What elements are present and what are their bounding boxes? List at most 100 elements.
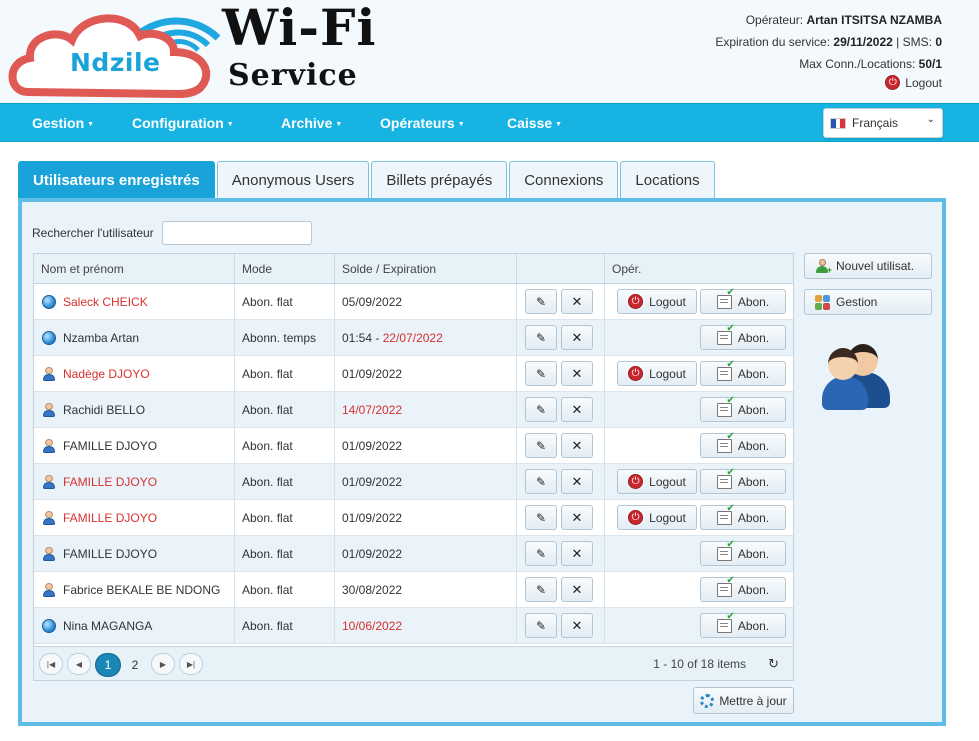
tab-prepaid-tickets[interactable]: Billets prépayés (371, 161, 508, 199)
delete-button[interactable]: ✕ (561, 541, 593, 566)
column-header-balance[interactable]: Solde / Expiration (335, 254, 517, 284)
table-row[interactable]: Fabrice BEKALE BE NDONG Abon. flat 30/08… (34, 572, 793, 608)
edit-button[interactable]: ✎ (525, 469, 557, 494)
row-logout-button[interactable]: ⏻ Logout (617, 505, 697, 530)
user-name-cell[interactable]: FAMILLE DJOYO (34, 464, 235, 500)
column-header-name[interactable]: Nom et prénom (34, 254, 235, 284)
nav-archive[interactable]: Archive ▼ (281, 104, 342, 143)
delete-button[interactable]: ✕ (561, 505, 593, 530)
ops-cell: ⏻ Logout ✔ Abon. (605, 356, 793, 392)
edit-button[interactable]: ✎ (525, 361, 557, 386)
nav-configuration[interactable]: Configuration ▼ (132, 104, 234, 143)
delete-button[interactable]: ✕ (561, 613, 593, 638)
prev-page-icon[interactable]: ◀ (67, 653, 91, 675)
table-row[interactable]: Nina MAGANGA Abon. flat 10/06/2022 ✎ ✕ ✔… (34, 608, 793, 644)
delete-button[interactable]: ✕ (561, 433, 593, 458)
user-name-cell[interactable]: Saleck CHEICK (34, 284, 235, 320)
table-row[interactable]: FAMILLE DJOYO Abon. flat 01/09/2022 ✎ ✕ … (34, 464, 793, 500)
edit-button[interactable]: ✎ (525, 613, 557, 638)
edit-button[interactable]: ✎ (525, 325, 557, 350)
abon-button[interactable]: ✔ Abon. (700, 359, 786, 386)
abon-button[interactable]: ✔ Abon. (700, 575, 786, 602)
table-row[interactable]: Saleck CHEICK Abon. flat 05/09/2022 ✎ ✕ … (34, 284, 793, 320)
user-name-cell[interactable]: Nina MAGANGA (34, 608, 235, 644)
column-header-mode[interactable]: Mode (235, 254, 335, 284)
delete-button[interactable]: ✕ (561, 397, 593, 422)
abon-button[interactable]: ✔ Abon. (700, 323, 786, 350)
edit-button[interactable]: ✎ (525, 505, 557, 530)
abon-button[interactable]: ✔ Abon. (700, 287, 786, 314)
pager-info: 1 - 10 of 18 items (653, 657, 746, 671)
brand-logo[interactable]: Ndzile Wi-Fi Service (6, 0, 386, 100)
table-row[interactable]: FAMILLE DJOYO Abon. flat 01/09/2022 ✎ ✕ … (34, 536, 793, 572)
user-name-cell[interactable]: Nzamba Artan (34, 320, 235, 356)
abon-button[interactable]: ✔ Abon. (700, 431, 786, 458)
row-logout-button[interactable]: ⏻ Logout (617, 289, 697, 314)
row-logout-button[interactable]: ⏻ Logout (617, 361, 697, 386)
delete-button[interactable]: ✕ (561, 469, 593, 494)
edit-actions-cell: ✎ ✕ (517, 464, 605, 500)
refresh-icon[interactable]: ↻ (768, 656, 779, 672)
new-user-button[interactable]: + Nouvel utilisat. (804, 253, 932, 279)
page-2[interactable]: 2 (122, 653, 148, 677)
edit-actions-cell: ✎ ✕ (517, 428, 605, 464)
last-page-icon[interactable]: ▶| (179, 653, 203, 675)
table-row[interactable]: Nzamba Artan Abonn. temps 01:54 - 22/07/… (34, 320, 793, 356)
abon-label: Abon. (737, 438, 770, 453)
mode-cell: Abon. flat (235, 284, 335, 320)
table-row[interactable]: FAMILLE DJOYO Abon. flat 01/09/2022 ✎ ✕ … (34, 428, 793, 464)
delete-button[interactable]: ✕ (561, 289, 593, 314)
tab-connections[interactable]: Connexions (509, 161, 619, 199)
update-button[interactable]: Mettre à jour (693, 687, 794, 714)
user-name-cell[interactable]: Rachidi BELLO (34, 392, 235, 428)
balance-cell: 01:54 - 22/07/2022 (335, 320, 517, 356)
nav-operateurs[interactable]: Opérateurs ▼ (380, 104, 465, 143)
operator-info: Opérateur: Artan ITSITSA NZAMBA Expirati… (715, 9, 942, 75)
edit-button[interactable]: ✎ (525, 397, 557, 422)
tab-registered-users[interactable]: Utilisateurs enregistrés (18, 161, 215, 199)
user-name: FAMILLE DJOYO (63, 439, 158, 453)
search-input[interactable] (162, 221, 312, 245)
sms-count: 0 (935, 35, 942, 49)
user-name-cell[interactable]: FAMILLE DJOYO (34, 536, 235, 572)
page-1[interactable]: 1 (95, 653, 121, 677)
user-name-cell[interactable]: Nadège DJOYO (34, 356, 235, 392)
manage-button[interactable]: Gestion (804, 289, 932, 315)
delete-button[interactable]: ✕ (561, 577, 593, 602)
abon-button[interactable]: ✔ Abon. (700, 539, 786, 566)
close-icon: ✕ (571, 617, 583, 633)
tab-anonymous-users[interactable]: Anonymous Users (216, 161, 370, 199)
abon-button[interactable]: ✔ Abon. (700, 611, 786, 638)
edit-button[interactable]: ✎ (525, 541, 557, 566)
user-name-cell[interactable]: FAMILLE DJOYO (34, 500, 235, 536)
edit-actions-cell: ✎ ✕ (517, 356, 605, 392)
group-icon (815, 294, 830, 310)
table-row[interactable]: Rachidi BELLO Abon. flat 14/07/2022 ✎ ✕ … (34, 392, 793, 428)
logout-link[interactable]: ⏻ Logout (885, 75, 942, 90)
nav-gestion[interactable]: Gestion ▼ (32, 104, 94, 143)
balance-prefix: 01:54 - (342, 331, 383, 345)
edit-button[interactable]: ✎ (525, 289, 557, 314)
next-page-icon[interactable]: ▶ (151, 653, 175, 675)
user-name-cell[interactable]: Fabrice BEKALE BE NDONG (34, 572, 235, 608)
row-logout-button[interactable]: ⏻ Logout (617, 469, 697, 494)
abon-button[interactable]: ✔ Abon. (700, 395, 786, 422)
first-page-icon[interactable]: |◀ (39, 653, 63, 675)
table-row[interactable]: FAMILLE DJOYO Abon. flat 01/09/2022 ✎ ✕ … (34, 500, 793, 536)
edit-button[interactable]: ✎ (525, 577, 557, 602)
edit-button[interactable]: ✎ (525, 433, 557, 458)
pencil-icon: ✎ (535, 474, 547, 489)
ops-cell: ✔ Abon. (605, 608, 793, 644)
user-name-cell[interactable]: FAMILLE DJOYO (34, 428, 235, 464)
abon-button[interactable]: ✔ Abon. (700, 467, 786, 494)
tab-locations[interactable]: Locations (620, 161, 715, 199)
mode-cell: Abon. flat (235, 608, 335, 644)
abon-button[interactable]: ✔ Abon. (700, 503, 786, 530)
language-select[interactable]: Français ⌄ (823, 108, 943, 138)
delete-button[interactable]: ✕ (561, 325, 593, 350)
nav-caisse[interactable]: Caisse ▼ (507, 104, 562, 143)
delete-button[interactable]: ✕ (561, 361, 593, 386)
table-row[interactable]: Nadège DJOYO Abon. flat 01/09/2022 ✎ ✕ ⏻… (34, 356, 793, 392)
subscription-icon: ✔ (716, 287, 735, 309)
abon-label: Abon. (737, 510, 770, 525)
